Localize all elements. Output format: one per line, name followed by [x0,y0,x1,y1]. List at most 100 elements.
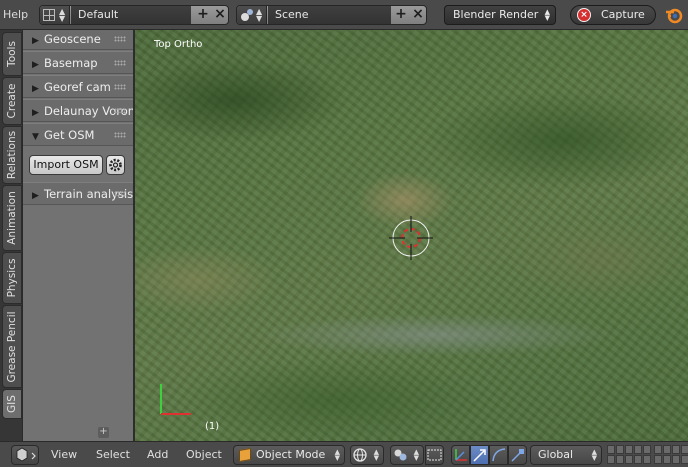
scale-icon [511,449,524,462]
translate-manipulator-button[interactable] [470,445,489,465]
drag-grip-icon[interactable] [114,191,126,197]
gear-icon [109,158,122,172]
drag-grip-icon[interactable] [114,132,126,138]
pivot-point-dropdown[interactable]: ▲ ▼ [390,445,424,465]
dropdown-arrows-icon: ▲ ▼ [591,448,597,462]
help-menu[interactable]: Help [3,8,28,21]
collapsed-triangle-icon: ▶ [32,84,39,94]
3d-view-cube-icon [16,447,36,462]
panel-geoscene[interactable]: ▶ Geoscene [23,30,134,50]
expanded-triangle-icon: ▼ [32,132,39,142]
layer-button[interactable] [654,445,662,454]
layer-button[interactable] [681,445,688,454]
layer-button[interactable] [625,455,633,464]
drag-grip-icon[interactable] [114,108,126,114]
scene-selector[interactable]: ▲ ▼ Scene + × [236,5,427,25]
add-menu[interactable]: Add [147,448,168,461]
object-cube-icon [239,447,251,463]
layer-button[interactable] [634,445,642,454]
import-osm-button[interactable]: Import OSM [29,155,103,175]
layer-button[interactable] [643,445,651,454]
dropdown-arrows-icon: ▲ ▼ [334,448,340,462]
dropdown-arrows-icon: ▲ ▼ [373,448,379,462]
tab-physics[interactable]: Physics [2,252,22,304]
drag-grip-icon[interactable] [114,84,126,90]
translate-arrow-icon [473,449,486,462]
object-menu[interactable]: Object [186,448,222,461]
tab-tools[interactable]: Tools [2,32,22,76]
add-screen-icon[interactable]: + [195,7,211,23]
scale-manipulator-button[interactable] [508,445,527,465]
delete-scene-icon[interactable]: × [410,7,426,23]
editor-type-selector[interactable] [11,445,39,465]
capture-button[interactable]: × Capture [570,5,656,25]
globe-icon [353,448,367,462]
layer-button[interactable] [654,455,662,464]
blender-logo-icon [666,8,683,24]
panel-delaunay-voronoi[interactable]: ▶Delaunay Voronoi [23,99,134,122]
screen-layout-browse-button[interactable]: ▲ ▼ [40,6,70,24]
tab-animation[interactable]: Animation [2,185,22,251]
tool-shelf: ▶ Geoscene ▶ Basemap ▶ Georef cam ▶ Delaunay… [23,30,134,441]
collapsed-triangle-icon: ▶ [32,191,39,201]
collapsed-triangle-icon: ▶ [32,60,39,70]
3d-cursor-icon [389,216,433,260]
scene-name-field[interactable]: Scene [268,6,391,24]
render-engine-label: Blender Render [453,8,539,21]
scene-icon [241,9,253,21]
dropdown-arrows-icon: ▲ ▼ [413,448,419,462]
3d-viewport[interactable]: Top Ortho (1) [135,30,688,441]
transform-orientation-dropdown[interactable]: Global ▲ ▼ [530,445,602,465]
delete-screen-icon[interactable]: × [212,7,228,23]
view-menu[interactable]: View [51,448,77,461]
rotate-manipulator-button[interactable] [489,445,508,465]
panel-terrain-analysis[interactable]: ▶ Terrain analysis [23,182,134,205]
shelf-expand-plus-icon[interactable]: + [98,427,109,438]
drag-grip-icon[interactable] [114,60,126,66]
tab-create[interactable]: Create [2,77,22,125]
mode-label: Object Mode [256,448,326,461]
panel-basemap[interactable]: ▶ Basemap [23,51,134,74]
add-scene-icon[interactable]: + [393,7,409,23]
dropdown-arrows-icon: ▲ ▼ [544,8,550,22]
layer-button[interactable] [634,455,642,464]
layer-button[interactable] [616,445,624,454]
drag-grip-icon[interactable] [114,36,126,42]
interaction-mode-dropdown[interactable]: Object Mode ▲ ▼ [233,445,345,465]
collapsed-triangle-icon: ▶ [32,108,39,118]
pivot-point-icon [394,449,407,461]
panel-georef-cam[interactable]: ▶ Georef cam [23,75,134,98]
render-engine-dropdown[interactable]: Blender Render ▲ ▼ [444,5,556,25]
osm-settings-button[interactable] [106,155,125,175]
transform-manipulator-toggle[interactable] [451,445,470,465]
select-menu[interactable]: Select [96,448,130,461]
screen-layout-selector[interactable]: ▲ ▼ Default + × [39,5,229,25]
viewport-shading-dropdown[interactable]: ▲ ▼ [350,445,384,465]
panel-get-osm[interactable]: ▼ Get OSM [23,123,134,146]
tab-gis[interactable]: GIS [2,389,22,419]
layer-button[interactable] [607,445,615,454]
screen-layout-name-field[interactable]: Default [71,6,191,24]
manipulate-center-points-button[interactable] [425,445,444,465]
rotate-arc-icon [492,448,506,462]
layer-button[interactable] [607,455,615,464]
scene-layers-right[interactable] [654,445,688,465]
view-name-label: Top Ortho [154,39,203,50]
layer-button[interactable] [643,455,651,464]
screen-layout-icon [43,9,55,21]
collapsed-triangle-icon: ▶ [32,36,39,46]
layer-button[interactable] [616,455,624,464]
layer-button[interactable] [625,445,633,454]
scene-layers-left[interactable] [607,445,651,465]
layer-button[interactable] [663,455,671,464]
layer-button[interactable] [672,445,680,454]
scene-browse-button[interactable]: ▲ ▼ [237,6,267,24]
layer-button[interactable] [681,455,688,464]
center-points-icon [427,449,442,461]
layer-button[interactable] [663,445,671,454]
3d-view-header: View Select Add Object Object Mode ▲ ▼ ▲ ▼… [0,441,688,467]
tab-relations[interactable]: Relations [2,126,22,184]
manipulator-icon [455,449,467,461]
tab-grease-pencil[interactable]: Grease Pencil [2,305,22,388]
layer-button[interactable] [672,455,680,464]
